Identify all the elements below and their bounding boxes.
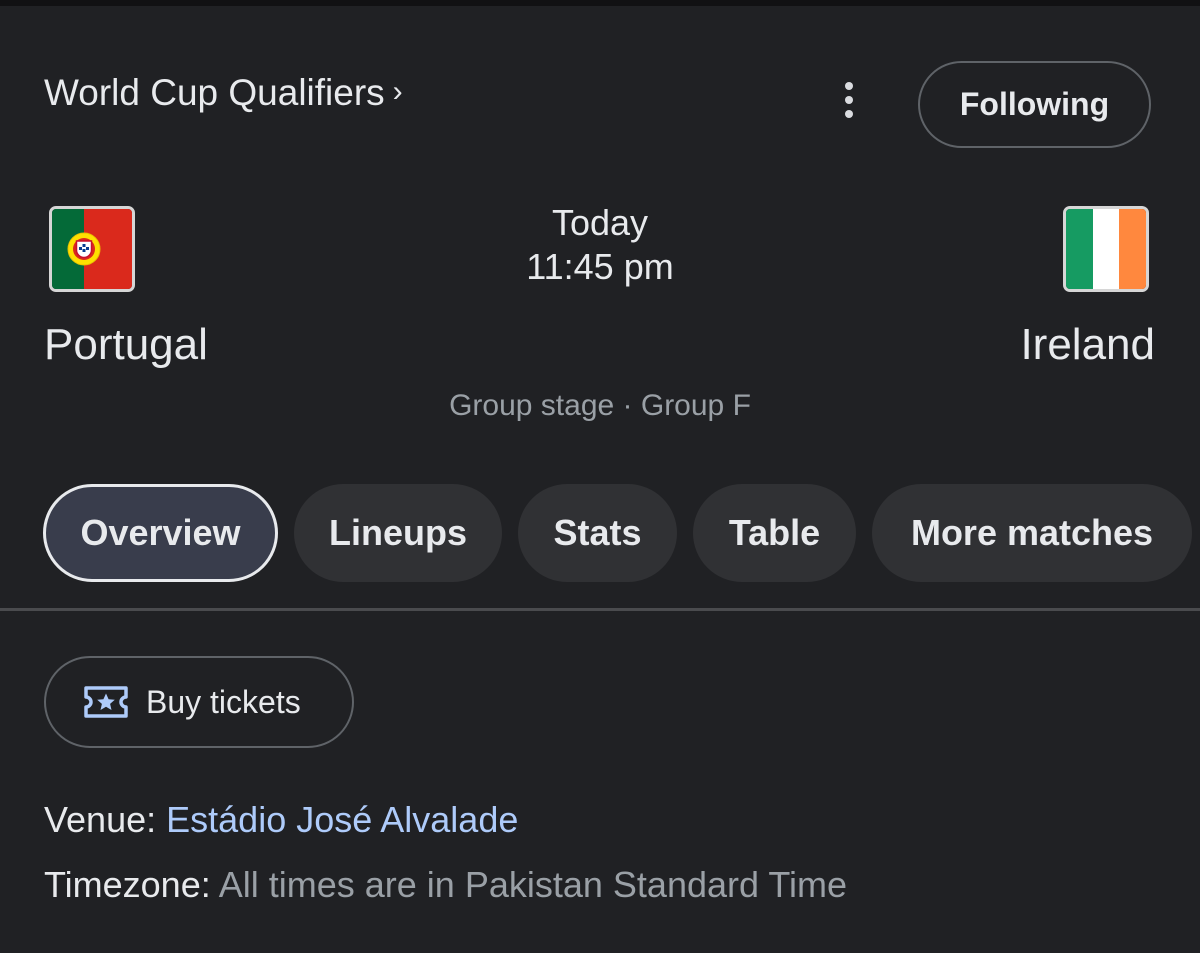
- match-time: Today 11:45 pm: [400, 201, 800, 289]
- chevron-right-icon: ›: [392, 75, 403, 108]
- tab-more-matches[interactable]: More matches: [872, 484, 1192, 582]
- menu-dot: [845, 110, 853, 118]
- timezone-label: Timezone:: [44, 864, 211, 905]
- tab-table[interactable]: Table: [693, 484, 856, 582]
- menu-dot: [845, 82, 853, 90]
- ireland-flag-icon[interactable]: [1063, 206, 1149, 292]
- tab-stats[interactable]: Stats: [518, 484, 677, 582]
- venue-label: Venue:: [44, 799, 157, 840]
- match-kickoff: 11:45 pm: [526, 246, 674, 287]
- tab-lineups[interactable]: Lineups: [294, 484, 502, 582]
- portugal-flag-icon[interactable]: [49, 206, 135, 292]
- tab-overview[interactable]: Overview: [43, 484, 278, 582]
- competition-link[interactable]: World Cup Qualifiers ›: [44, 72, 403, 114]
- more-vert-icon[interactable]: [829, 78, 869, 122]
- following-button[interactable]: Following: [918, 61, 1151, 148]
- venue-link[interactable]: Estádio José Alvalade: [166, 799, 518, 840]
- match-card: World Cup Qualifiers › Following Portuga…: [0, 0, 1200, 953]
- away-team-name[interactable]: Ireland: [1020, 320, 1155, 370]
- match-stage: Group stage · Group F: [449, 389, 751, 422]
- menu-dot: [845, 96, 853, 104]
- tab-bar: Overview Lineups Stats Table More matche…: [43, 484, 1192, 582]
- timezone-value: All times are in Pakistan Standard Time: [218, 864, 848, 905]
- ticket-icon: [82, 684, 130, 720]
- buy-tickets-button[interactable]: Buy tickets: [44, 656, 354, 748]
- match-day: Today: [551, 202, 649, 243]
- divider: [0, 608, 1200, 611]
- buy-tickets-label: Buy tickets: [146, 683, 301, 720]
- home-team-name[interactable]: Portugal: [44, 320, 208, 370]
- venue-row: Venue: Estádio José Alvalade: [44, 799, 518, 841]
- timezone-row: Timezone: All times are in Pakistan Stan…: [44, 864, 847, 906]
- competition-title: World Cup Qualifiers: [44, 72, 385, 113]
